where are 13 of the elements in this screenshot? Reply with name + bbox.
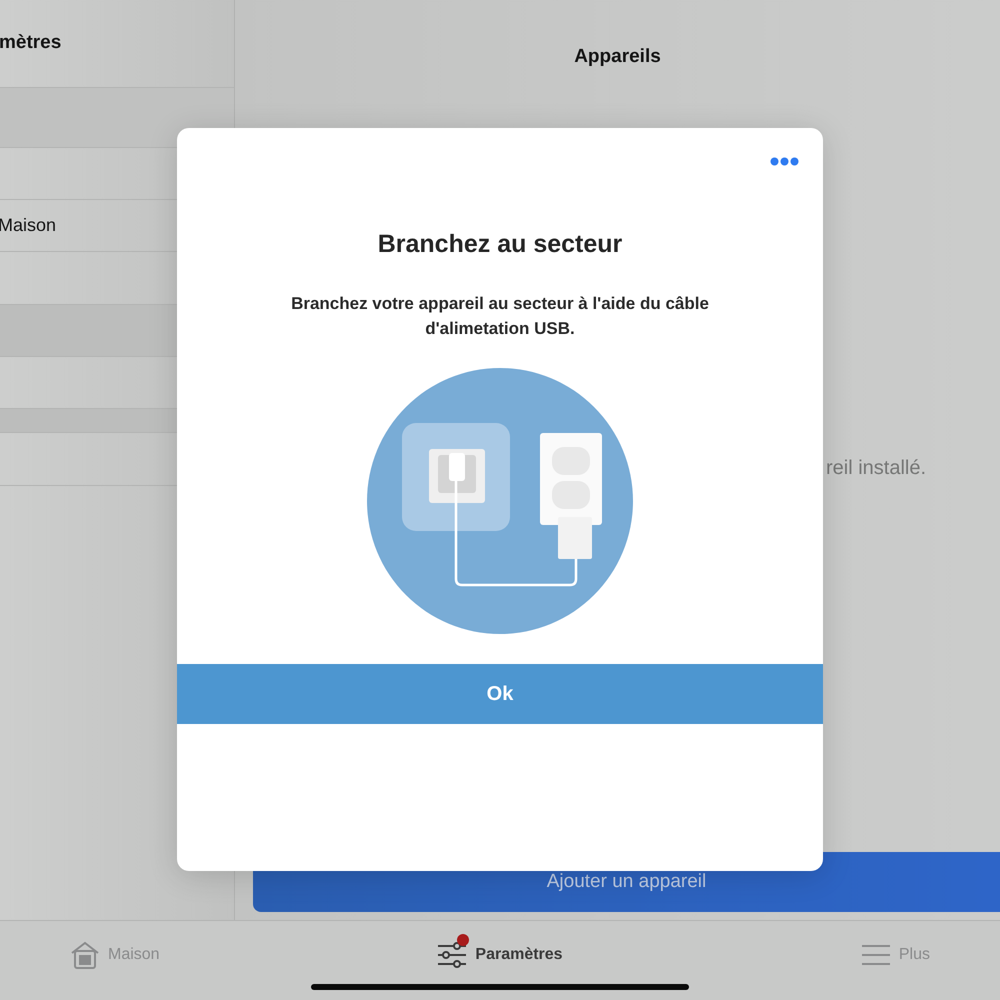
sliders-icon: [437, 942, 468, 968]
dialog-message: Branchez votre appareil au secteur à l'aide du câble d'alimetation USB.: [290, 292, 710, 340]
ok-button[interactable]: Ok: [177, 664, 823, 724]
sidebar-title: mètres: [0, 31, 62, 56]
empty-message: reil installé.: [826, 456, 926, 481]
menu-icon: [860, 944, 891, 966]
page-title: Appareils: [574, 45, 661, 70]
home-icon: [70, 940, 100, 970]
tab[interactable]: Maison: [70, 935, 160, 975]
tab[interactable]: Plus: [860, 935, 930, 975]
more-icon[interactable]: [770, 157, 799, 166]
tab[interactable]: Paramètres: [437, 935, 563, 975]
dialog-title: Branchez au secteur: [378, 229, 622, 260]
